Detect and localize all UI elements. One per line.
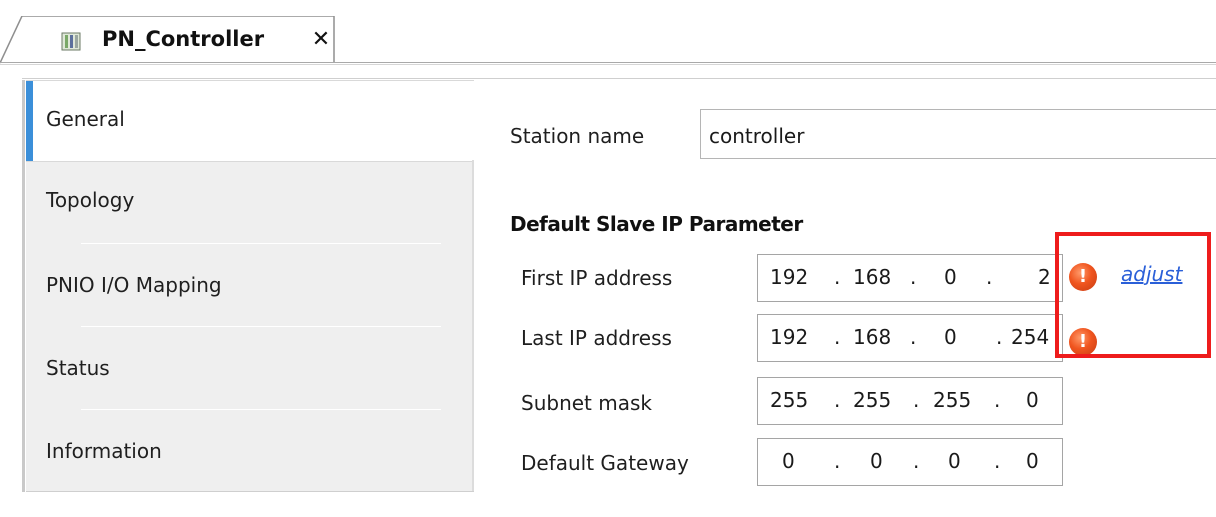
ip-octet-2[interactable]: 168 <box>853 265 891 289</box>
close-icon[interactable]: ✕ <box>310 28 332 52</box>
nav-item-information[interactable]: Information <box>26 409 474 493</box>
editor-frame-left <box>22 80 25 492</box>
ip-dot: . <box>834 325 841 349</box>
ip-octet-3[interactable]: 255 <box>933 388 971 412</box>
ip-octet-3[interactable]: 0 <box>948 449 961 473</box>
ip-dot: . <box>913 449 920 473</box>
ip-octet-1[interactable]: 192 <box>770 325 808 349</box>
error-icon[interactable]: ! <box>1069 328 1097 356</box>
nav-item-status[interactable]: Status <box>26 326 474 410</box>
tab-title: PN_Controller <box>102 27 265 51</box>
nav-item-label: Status <box>46 356 110 380</box>
error-icon[interactable]: ! <box>1069 263 1097 291</box>
ip-dot: . <box>986 265 993 289</box>
nav-item-label: Information <box>46 439 162 463</box>
ip-octet-4[interactable]: 0 <box>1026 388 1039 412</box>
nav-bottom-border <box>26 491 474 492</box>
station-name-label: Station name <box>510 124 645 148</box>
side-navigation: General Topology PNIO I/O Mapping Status… <box>26 80 474 493</box>
ip-octet-2[interactable]: 168 <box>853 325 891 349</box>
subnet-mask-field[interactable]: 255 . 255 . 255 . 0 <box>757 377 1063 425</box>
nav-item-pnio-io-mapping[interactable]: PNIO I/O Mapping <box>26 243 474 327</box>
ip-octet-2[interactable]: 255 <box>853 388 891 412</box>
tab-divider-shadow <box>0 64 1216 65</box>
ip-dot: . <box>910 325 917 349</box>
nav-separator <box>81 492 441 493</box>
ip-octet-2[interactable]: 0 <box>870 449 883 473</box>
ip-dot: . <box>996 325 1003 349</box>
ip-octet-4[interactable]: 2 <box>1038 265 1051 289</box>
default-gateway-label: Default Gateway <box>521 451 689 475</box>
nav-item-label: Topology <box>46 188 135 212</box>
editor-tab-strip: PN_Controller ✕ <box>0 0 1216 64</box>
ip-dot: . <box>913 388 920 412</box>
ip-octet-3[interactable]: 0 <box>944 265 957 289</box>
selected-accent-bar <box>26 81 33 161</box>
ip-octet-1[interactable]: 192 <box>770 265 808 289</box>
nav-item-general[interactable]: General <box>26 80 474 162</box>
section-title: Default Slave IP Parameter <box>510 212 803 236</box>
station-name-input[interactable]: controller <box>700 109 1216 159</box>
tab-pn-controller[interactable]: PN_Controller ✕ <box>0 16 335 64</box>
ip-dot: . <box>834 449 841 473</box>
ip-dot: . <box>834 265 841 289</box>
ip-dot: . <box>834 388 841 412</box>
ip-dot: . <box>994 388 1001 412</box>
device-icon <box>61 32 81 51</box>
default-gateway-field[interactable]: 0 . 0 . 0 . 0 <box>757 438 1063 486</box>
ip-octet-4[interactable]: 0 <box>1026 449 1039 473</box>
ip-octet-4[interactable]: 254 <box>1011 325 1049 349</box>
first-ip-label: First IP address <box>521 266 673 290</box>
ip-octet-1[interactable]: 0 <box>782 449 795 473</box>
adjust-link[interactable]: adjust <box>1121 262 1182 286</box>
subnet-mask-label: Subnet mask <box>521 391 652 415</box>
ip-octet-1[interactable]: 255 <box>770 388 808 412</box>
nav-item-label: PNIO I/O Mapping <box>46 273 222 297</box>
ip-octet-3[interactable]: 0 <box>944 325 957 349</box>
ip-dot: . <box>994 449 1001 473</box>
nav-item-topology[interactable]: Topology <box>26 160 474 244</box>
editor-frame-top <box>22 78 1216 79</box>
ip-dot: . <box>910 265 917 289</box>
nav-divider <box>472 160 474 492</box>
first-ip-field[interactable]: 192 . 168 . 0 . 2 <box>757 254 1063 302</box>
last-ip-field[interactable]: 192 . 168 . 0 . 254 <box>757 314 1063 362</box>
last-ip-label: Last IP address <box>521 326 672 350</box>
tab-divider <box>0 62 1216 63</box>
nav-item-label: General <box>46 107 125 131</box>
